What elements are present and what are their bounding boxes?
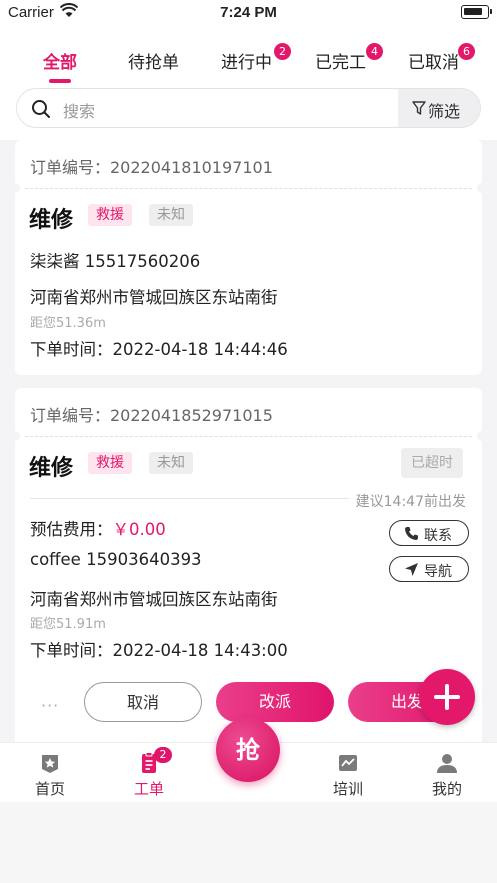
unknown-tag: 未知	[149, 204, 193, 226]
tab-pending-grab[interactable]: 待抢单	[128, 48, 179, 73]
search-icon	[31, 99, 51, 123]
tabbar-item-profile[interactable]: 我的	[412, 751, 482, 799]
navigate-button[interactable]: 导航	[389, 556, 469, 582]
more-actions-button[interactable]: ···	[41, 696, 59, 715]
timeout-status: 已超时	[401, 448, 463, 478]
battery-icon	[461, 5, 492, 19]
card-notch	[10, 431, 20, 441]
add-order-fab[interactable]	[419, 669, 475, 725]
search-input[interactable]: 搜索	[63, 98, 95, 122]
tab-completed[interactable]: 已完工 4	[315, 43, 383, 73]
profile-icon	[437, 754, 457, 773]
grab-order-button[interactable]: 抢	[216, 718, 280, 782]
order-number: 订单编号：2022041810197101	[30, 158, 273, 177]
tab-label: 进行中	[221, 53, 272, 73]
search-bar: 搜索 筛选	[16, 88, 481, 128]
tab-badge: 4	[366, 43, 383, 60]
card-notch	[477, 183, 487, 193]
divider	[25, 188, 472, 189]
tab-label: 已取消	[408, 53, 459, 73]
distance: 距您51.91m	[30, 617, 106, 632]
customer-address: 河南省郑州市管城回族区东站南街	[30, 288, 278, 307]
customer-contact: 柒柒酱 15517560206	[30, 252, 201, 271]
tab-badge: 2	[274, 43, 291, 60]
clock: 7:24 PM	[220, 4, 277, 21]
fee-label: 预估费用：	[30, 520, 113, 539]
contact-label: 联系	[424, 528, 452, 544]
phone-icon	[405, 527, 418, 540]
tabbar-item-work-orders[interactable]: 工单 2	[114, 747, 184, 799]
contact-button[interactable]: 联系	[389, 520, 469, 546]
tabbar-badge: 2	[154, 747, 172, 763]
order-time: 下单时间：2022-04-18 14:44:46	[30, 340, 288, 359]
order-card[interactable]: 订单编号：2022041852971015 维修 救援 未知 已超时 建议14:…	[10, 388, 487, 678]
status-bar: Carrier 7:24 PM	[0, 0, 497, 26]
order-status-tabs: 全部 待抢单 进行中 2 已完工 4 已取消 6	[0, 40, 497, 83]
tabbar-label: 工单	[133, 780, 164, 798]
tabbar-item-training[interactable]: 培训	[313, 751, 383, 799]
navigate-label: 导航	[424, 564, 452, 580]
tab-badge: 6	[458, 43, 475, 60]
cancel-order-button[interactable]: 取消	[84, 682, 202, 722]
fee-value: ￥0.00	[112, 520, 166, 539]
tab-cancelled[interactable]: 已取消 6	[408, 43, 475, 73]
tab-in-progress[interactable]: 进行中 2	[221, 43, 291, 73]
training-chart-icon	[339, 755, 357, 771]
reassign-button[interactable]: 改派	[216, 682, 334, 722]
tab-label: 待抢单	[128, 53, 179, 73]
distance: 距您51.36m	[30, 316, 106, 331]
home-star-icon	[42, 755, 58, 773]
customer-address: 河南省郑州市管城回族区东站南街	[30, 590, 278, 609]
rescue-tag: 救援	[88, 452, 132, 474]
service-type: 维修	[29, 456, 74, 481]
header: 全部 待抢单 进行中 2 已完工 4 已取消 6 搜索 筛选	[0, 26, 497, 140]
suggested-departure: 建议14:47前出发	[355, 494, 466, 510]
suggest-divider	[30, 498, 349, 499]
filter-label: 筛选	[428, 102, 461, 121]
customer-contact: coffee 15903640393	[30, 550, 202, 569]
bottom-safe-area	[0, 802, 497, 883]
service-type: 维修	[29, 208, 74, 233]
tab-label: 全部	[43, 53, 77, 73]
order-number: 订单编号：2022041852971015	[30, 406, 273, 425]
tabbar-label: 首页	[34, 780, 65, 798]
navigation-arrow-icon	[405, 563, 418, 576]
tabbar-item-home[interactable]: 首页	[15, 751, 85, 799]
active-tab-indicator	[49, 79, 71, 83]
estimated-fee: 预估费用：￥0.00	[30, 516, 166, 540]
order-time: 下单时间：2022-04-18 14:43:00	[30, 641, 288, 660]
rescue-tag: 救援	[88, 204, 132, 226]
unknown-tag: 未知	[149, 452, 193, 474]
filter-button[interactable]: 筛选	[398, 89, 480, 127]
tab-label: 已完工	[315, 53, 366, 73]
card-notch	[477, 431, 487, 441]
tab-all[interactable]: 全部	[43, 48, 77, 83]
tabbar-label: 我的	[431, 780, 462, 798]
order-card[interactable]: 订单编号：2022041810197101 维修 救援 未知 柒柒酱 15517…	[10, 140, 487, 375]
tabbar-label: 培训	[332, 780, 363, 798]
divider	[25, 436, 472, 437]
card-notch	[10, 183, 20, 193]
filter-icon	[412, 101, 426, 115]
